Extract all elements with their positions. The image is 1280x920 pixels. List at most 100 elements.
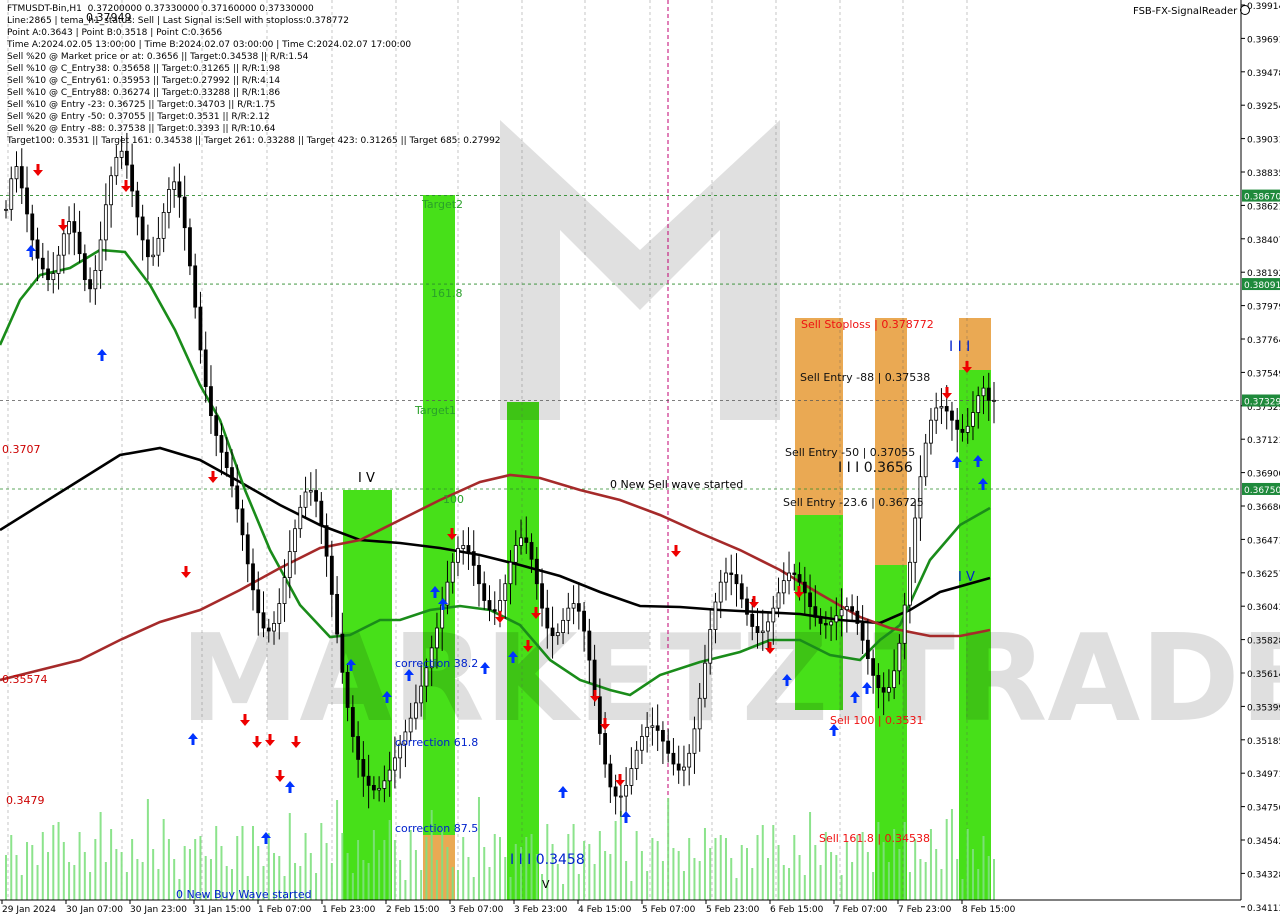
volume-bar bbox=[383, 840, 386, 900]
watermark-text: MARKETZITRADE bbox=[180, 610, 1280, 749]
volume-bar bbox=[367, 863, 370, 900]
volume-bar bbox=[120, 852, 123, 900]
candle-body bbox=[161, 211, 166, 239]
info-line: FTMUSDT-Bin,H1 0.37200000 0.37330000 0.3… bbox=[7, 4, 314, 14]
volume-bar bbox=[614, 821, 617, 900]
chart-annotation: I I I 0.3656 bbox=[838, 460, 913, 476]
volume-bar bbox=[15, 855, 18, 900]
chart-annotation: 0.3707 bbox=[2, 443, 41, 456]
candle-body bbox=[93, 270, 98, 290]
candle-body bbox=[371, 784, 376, 791]
info-line: Sell %10 @ Entry -23: 0.36725 || Target:… bbox=[7, 100, 276, 110]
volume-bar bbox=[693, 858, 696, 900]
info-line: Sell %10 @ C_Entry61: 0.35953 || Target:… bbox=[7, 76, 281, 86]
candle-body bbox=[167, 189, 171, 213]
y-tick-label: 0.34328 bbox=[1247, 870, 1280, 880]
y-tick-label: 0.37764 bbox=[1247, 336, 1280, 346]
chart-annotation: Sell Entry -88 | 0.37538 bbox=[800, 371, 930, 384]
volume-bar bbox=[336, 800, 339, 900]
candle-body bbox=[881, 687, 886, 693]
smiley-icon bbox=[1240, 5, 1251, 15]
volume-bar bbox=[872, 872, 875, 900]
candle-body bbox=[419, 685, 424, 704]
volume-bar bbox=[688, 838, 691, 900]
volume-bar bbox=[830, 852, 833, 900]
candle-body bbox=[613, 786, 618, 797]
y-tick-label: 0.34971 bbox=[1247, 770, 1280, 780]
volume-bar bbox=[110, 829, 113, 900]
info-line: Sell %20 @ Entry -50: 0.37055 || Target:… bbox=[7, 112, 270, 122]
volume-bar bbox=[388, 820, 391, 900]
volume-bar bbox=[146, 799, 149, 900]
candle-body bbox=[235, 485, 240, 510]
candle-body bbox=[550, 627, 555, 637]
chart-annotation: Sell 100 | 0.3531 bbox=[830, 714, 924, 727]
candle-body bbox=[787, 572, 791, 582]
candle-body bbox=[188, 227, 192, 267]
candle-body bbox=[934, 407, 939, 421]
candle-body bbox=[929, 419, 933, 444]
volume-bar bbox=[682, 871, 685, 900]
volume-bar bbox=[556, 864, 559, 900]
volume-bar bbox=[919, 859, 922, 900]
y-tick-label: 0.36257 bbox=[1247, 570, 1280, 580]
candle-body bbox=[729, 572, 734, 575]
candle-body bbox=[781, 580, 786, 594]
x-tick-label: 1 Feb 07:00 bbox=[258, 905, 312, 915]
volume-bar bbox=[399, 860, 402, 900]
x-tick-label: 6 Feb 15:00 bbox=[770, 905, 824, 915]
y-tick-label: 0.35614 bbox=[1247, 670, 1280, 680]
candle-body bbox=[119, 150, 124, 158]
candle-body bbox=[771, 607, 776, 623]
volume-bar bbox=[630, 881, 633, 900]
volume-bar bbox=[441, 827, 444, 900]
volume-bar bbox=[409, 830, 412, 900]
volume-bar bbox=[887, 862, 890, 900]
candle-body bbox=[308, 490, 313, 493]
volume-bar bbox=[993, 859, 995, 900]
candle-body bbox=[913, 517, 918, 563]
candle-body bbox=[303, 491, 308, 508]
candle-body bbox=[561, 619, 565, 633]
brand-text: FSB-FX-SignalReader bbox=[1133, 6, 1238, 17]
candle-body bbox=[829, 621, 833, 626]
volume-bar bbox=[761, 825, 764, 900]
volume-bar bbox=[735, 878, 738, 900]
chart-annotation: I I I 0.3458 bbox=[510, 852, 585, 868]
brand-label: FSB-FX-SignalReader bbox=[1133, 5, 1251, 17]
chart-annotation: Sell Stoploss | 0.378772 bbox=[801, 318, 934, 331]
volume-bar bbox=[751, 868, 754, 900]
volume-bar bbox=[945, 819, 948, 900]
volume-bar bbox=[5, 855, 7, 900]
candle-body bbox=[566, 607, 571, 621]
volume-bar bbox=[372, 830, 375, 900]
candle-body bbox=[508, 561, 513, 585]
volume-bar bbox=[20, 875, 23, 900]
candle-body bbox=[224, 451, 229, 468]
candle-body bbox=[198, 306, 203, 351]
volume-bar bbox=[83, 852, 86, 900]
candle-body bbox=[892, 670, 897, 689]
volume-bar bbox=[809, 812, 812, 900]
volume-bar bbox=[320, 823, 323, 900]
volume-bar bbox=[625, 861, 628, 900]
info-line: Line:2865 | tema_h1_status: Sell | Last … bbox=[7, 16, 349, 26]
candle-body bbox=[377, 788, 382, 791]
candle-body bbox=[140, 216, 145, 241]
candle-body bbox=[855, 610, 860, 624]
candle-body bbox=[461, 545, 466, 549]
volume-bar bbox=[52, 825, 55, 900]
candle-body bbox=[282, 577, 287, 604]
volume-bar bbox=[866, 852, 869, 900]
volume-bar bbox=[966, 829, 969, 900]
volume-bar bbox=[851, 862, 854, 900]
volume-bar bbox=[330, 863, 333, 900]
chart-annotation: Target2 bbox=[421, 198, 463, 211]
volume-bar bbox=[661, 861, 664, 900]
x-tick-label: 4 Feb 15:00 bbox=[578, 905, 632, 915]
y-tick-label: 0.37979 bbox=[1247, 303, 1280, 313]
info-line: Point A:0.3643 | Point B:0.3518 | Point … bbox=[7, 28, 223, 38]
candle-body bbox=[61, 233, 66, 256]
volume-bar bbox=[36, 865, 39, 900]
candle-body bbox=[450, 561, 455, 583]
